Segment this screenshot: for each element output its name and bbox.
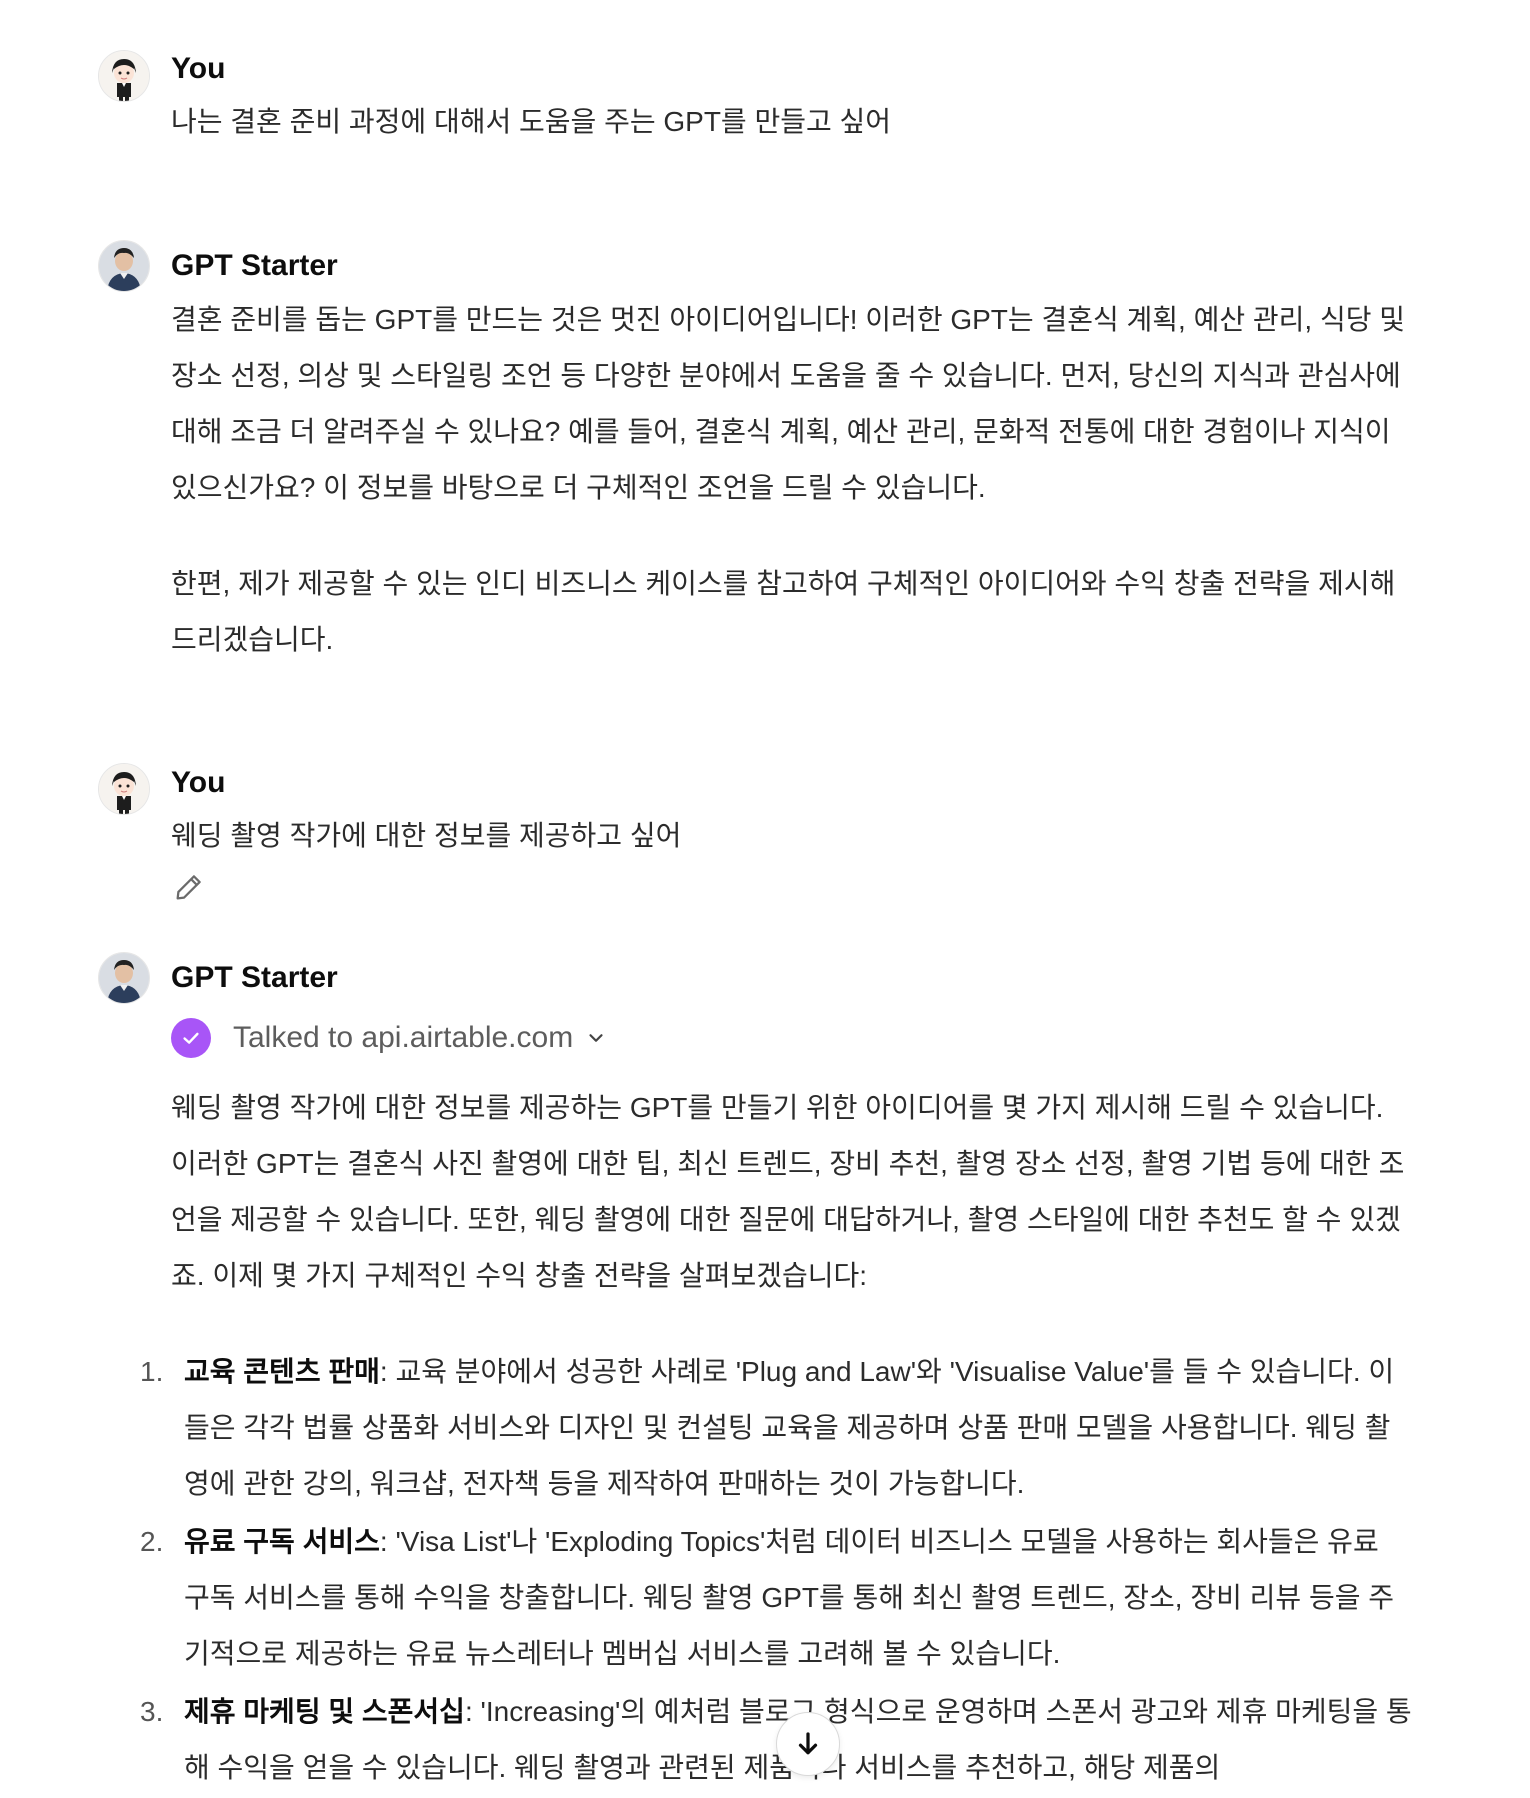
user-avatar-image [99, 764, 149, 814]
message-text: 웨딩 촬영 작가에 대한 정보를 제공하고 싶어 [171, 808, 1411, 864]
list-item: 2. 유료 구독 서비스: 'Visa List'나 'Exploding To… [140, 1514, 1412, 1682]
list-item-title: 제휴 마케팅 및 스폰서십 [184, 1696, 465, 1727]
list-number: 1. [140, 1356, 164, 1387]
pencil-icon [176, 875, 201, 900]
tool-call-label: Talked to api.airtable.com [233, 1021, 574, 1054]
message-paragraph: 나는 결혼 준비 과정에 대해서 도움을 주는 GPT를 만들고 싶어 [171, 106, 892, 137]
message-paragraph: 웨딩 촬영 작가에 대한 정보를 제공하는 GPT를 만들기 위한 아이디어를 … [171, 1092, 1405, 1291]
list-item-title: 유료 구독 서비스 [184, 1526, 380, 1557]
user-avatar [98, 763, 150, 815]
list-item-title: 교육 콘텐츠 판매 [184, 1356, 380, 1387]
message-author: You [171, 766, 226, 799]
message-author: GPT Starter [171, 249, 338, 282]
tool-call-toggle[interactable]: Talked to api.airtable.com [171, 1016, 607, 1060]
message-paragraph: 웨딩 촬영 작가에 대한 정보를 제공하고 싶어 [171, 820, 682, 851]
assistant-avatar-image [99, 953, 149, 1003]
message-text: 웨딩 촬영 작가에 대한 정보를 제공하는 GPT를 만들기 위한 아이디어를 … [171, 1080, 1411, 1304]
assistant-avatar [98, 952, 150, 1004]
check-icon [171, 1018, 211, 1058]
message-author: GPT Starter [171, 961, 338, 994]
scroll-to-bottom-button[interactable] [776, 1712, 840, 1776]
assistant-avatar [98, 240, 150, 292]
strategy-list: 1. 교육 콘텐츠 판매: 교육 분야에서 성공한 사례로 'Plug and … [140, 1344, 1412, 1798]
list-number: 3. [140, 1696, 164, 1727]
edit-message-button[interactable] [172, 870, 206, 904]
user-avatar [98, 50, 150, 102]
message-paragraph: 한편, 제가 제공할 수 있는 인디 비즈니스 케이스를 참고하여 구체적인 아… [171, 568, 1396, 655]
list-item: 1. 교육 콘텐츠 판매: 교육 분야에서 성공한 사례로 'Plug and … [140, 1344, 1412, 1512]
message-text: 나는 결혼 준비 과정에 대해서 도움을 주는 GPT를 만들고 싶어 [171, 94, 1411, 150]
user-avatar-image [99, 51, 149, 101]
chevron-down-icon [589, 1034, 603, 1042]
assistant-avatar-image [99, 241, 149, 291]
list-number: 2. [140, 1526, 164, 1557]
arrow-down-icon [798, 1732, 818, 1755]
message-paragraph: 결혼 준비를 돕는 GPT를 만드는 것은 멋진 아이디어입니다! 이러한 GP… [171, 304, 1406, 503]
message-text: 결혼 준비를 돕는 GPT를 만드는 것은 멋진 아이디어입니다! 이러한 GP… [171, 292, 1411, 668]
message-author: You [171, 52, 226, 85]
